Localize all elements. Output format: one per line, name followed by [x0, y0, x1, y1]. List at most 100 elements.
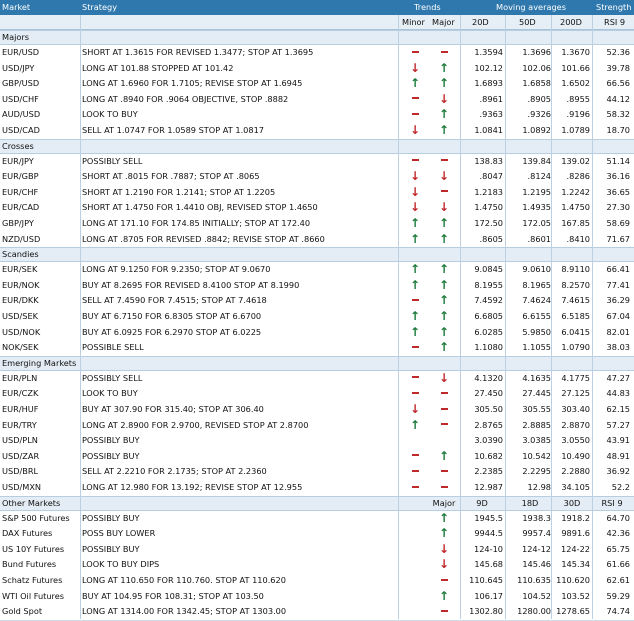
- rsi-value: 71.67: [606, 233, 630, 244]
- arrow-down-icon: ↓: [438, 91, 450, 106]
- ma-mid-value: 1280.00: [517, 606, 551, 617]
- dash-flat-icon: [440, 609, 448, 612]
- table-row: EUR/CHF SHORT AT 1.2190 FOR 1.2141; STOP …: [0, 184, 634, 202]
- ma-short-value: .8605: [479, 233, 503, 244]
- column-divider: [80, 15, 81, 619]
- section-header: Other Markets Major 9D 18D 30D RSI 9: [0, 495, 634, 511]
- ma-short-value: 102.12: [474, 62, 503, 73]
- arrow-up-icon: ↑: [438, 262, 450, 277]
- ma-long-value: 1918.2: [561, 512, 590, 523]
- ma-short-value: 9.0845: [474, 264, 503, 275]
- arrow-down-icon: ↓: [438, 370, 450, 385]
- strategy-text: LONG AT 1314.00 FOR 1342.45; STOP AT 130…: [82, 606, 287, 617]
- trend-major: [430, 418, 458, 434]
- ma-mid-value: 110.635: [517, 575, 551, 585]
- arrow-up-icon: ↑: [409, 262, 421, 277]
- table-row: EUR/SEK LONG AT 9.1250 FOR 9.2350; STOP A…: [0, 262, 634, 279]
- trend-minor: [402, 371, 428, 387]
- table-row: US 10Y Futures POSSIBLY BUY ↓ 124-10 124-12 1…: [0, 541, 634, 559]
- ma-mid-value: 1.4935: [522, 202, 551, 213]
- arrow-down-icon: ↓: [409, 60, 421, 75]
- ma-short-value: 8.1955: [474, 279, 503, 290]
- ma-short-value: 1302.80: [469, 606, 503, 617]
- rsi-value: 52.2: [611, 482, 630, 492]
- strategy-text: SHORT AT 1.2190 FOR 1.2141; STOP AT 1.22…: [82, 186, 276, 197]
- ma-mid-value: 10.542: [522, 450, 551, 461]
- strategy-text: BUY AT 307.90 FOR 315.40; STOP AT 306.40: [82, 404, 264, 414]
- trend-major: ↑: [430, 76, 458, 92]
- rsi-value: 44.83: [606, 388, 630, 399]
- table-row: EUR/CAD SHORT AT 1.4750 FOR 1.4410 OBJ, R…: [0, 200, 634, 217]
- ma-short-value: 145.68: [474, 559, 503, 570]
- trend-major: [430, 464, 458, 480]
- strategy-text: POSSIBLY SELL: [82, 372, 143, 383]
- market-name: USD/CAD: [2, 125, 40, 135]
- ma-short-value: 1.2183: [474, 186, 503, 197]
- strategy-text: BUY AT 8.2695 FOR REVISED 8.4100 STOP AT…: [82, 279, 300, 290]
- trend-major: ↑: [430, 61, 458, 77]
- ma-short-value: 172.50: [474, 218, 503, 228]
- arrow-down-icon: ↓: [438, 541, 450, 556]
- arrow-up-icon: ↑: [409, 76, 421, 91]
- dash-flat-icon: [440, 159, 448, 162]
- subheader-ma1: 9D: [476, 497, 488, 508]
- rsi-value: 47.27: [606, 372, 630, 383]
- arrow-down-icon: ↓: [409, 169, 421, 184]
- table-row: EUR/HUF BUY AT 307.90 FOR 315.40; STOP AT…: [0, 402, 634, 419]
- strategy-text: LONG AT 12.980 FOR 13.192; REVISE STOP A…: [82, 482, 303, 492]
- header-ma1: 20D: [472, 17, 489, 27]
- ma-short-value: 1.0841: [474, 125, 503, 135]
- rsi-value: 27.30: [606, 202, 630, 213]
- arrow-up-icon: ↑: [438, 526, 450, 541]
- ma-long-value: 1.2242: [561, 186, 590, 197]
- ma-short-value: 1.1080: [474, 342, 503, 353]
- subheader-ma2: 18D: [521, 497, 539, 508]
- section-title: Crosses: [2, 140, 34, 151]
- strategy-text: LOOK TO BUY: [82, 109, 138, 120]
- subheader-ma3: 30D: [563, 497, 581, 508]
- ma-short-value: 110.645: [469, 575, 503, 585]
- arrow-down-icon: ↓: [409, 200, 421, 215]
- rsi-value: 36.29: [606, 295, 630, 306]
- trend-major: [430, 185, 458, 201]
- ma-long-value: 1.6502: [561, 78, 590, 89]
- arrow-up-icon: ↑: [438, 277, 450, 292]
- rsi-value: 48.91: [606, 450, 630, 461]
- trend-major: ↑: [430, 216, 458, 232]
- trend-major: [430, 573, 458, 589]
- arrow-up-icon: ↑: [409, 216, 421, 230]
- trend-minor: ↑: [402, 325, 428, 341]
- ma-mid-value: 1.2195: [522, 186, 551, 197]
- strategy-text: POSSIBLY BUY: [82, 435, 140, 446]
- trend-major: ↑: [430, 262, 458, 278]
- header-major: Major: [432, 17, 455, 27]
- ma-short-value: .8961: [479, 93, 503, 104]
- column-divider: [460, 15, 461, 619]
- trend-minor: ↑: [402, 418, 428, 434]
- trend-major: [430, 604, 458, 620]
- ma-long-value: 6.0415: [561, 326, 590, 337]
- ma-mid-value: 172.05: [522, 218, 551, 228]
- market-name: WTI Oil Futures: [2, 590, 65, 601]
- header-strategy: Strategy: [82, 2, 118, 12]
- ma-long-value: 9891.6: [561, 528, 590, 539]
- strategy-text: SELL AT 2.2210 FOR 2.1735; STOP AT 2.236…: [82, 466, 267, 477]
- trend-minor: [402, 107, 428, 123]
- trend-minor: ↑: [402, 309, 428, 325]
- arrow-down-icon: ↓: [438, 200, 450, 215]
- ma-short-value: 7.4592: [474, 295, 503, 306]
- market-name: GBP/JPY: [2, 218, 34, 228]
- ma-mid-value: .8124: [527, 171, 551, 182]
- trend-minor: [402, 45, 428, 61]
- table-row: USD/CHF LONG AT .8940 FOR .9064 OBJECTIVE…: [0, 91, 634, 109]
- trend-minor: [402, 386, 428, 402]
- ma-long-value: 101.66: [561, 62, 590, 73]
- market-name: S&P 500 Futures: [2, 512, 70, 523]
- trend-minor: [402, 557, 428, 573]
- trend-major: ↓: [430, 557, 458, 573]
- rsi-value: 66.56: [606, 78, 630, 89]
- rsi-value: 62.15: [606, 404, 630, 414]
- section-header: Scandies: [0, 247, 634, 263]
- ma-long-value: 103.52: [561, 590, 590, 601]
- arrow-up-icon: ↑: [409, 417, 421, 432]
